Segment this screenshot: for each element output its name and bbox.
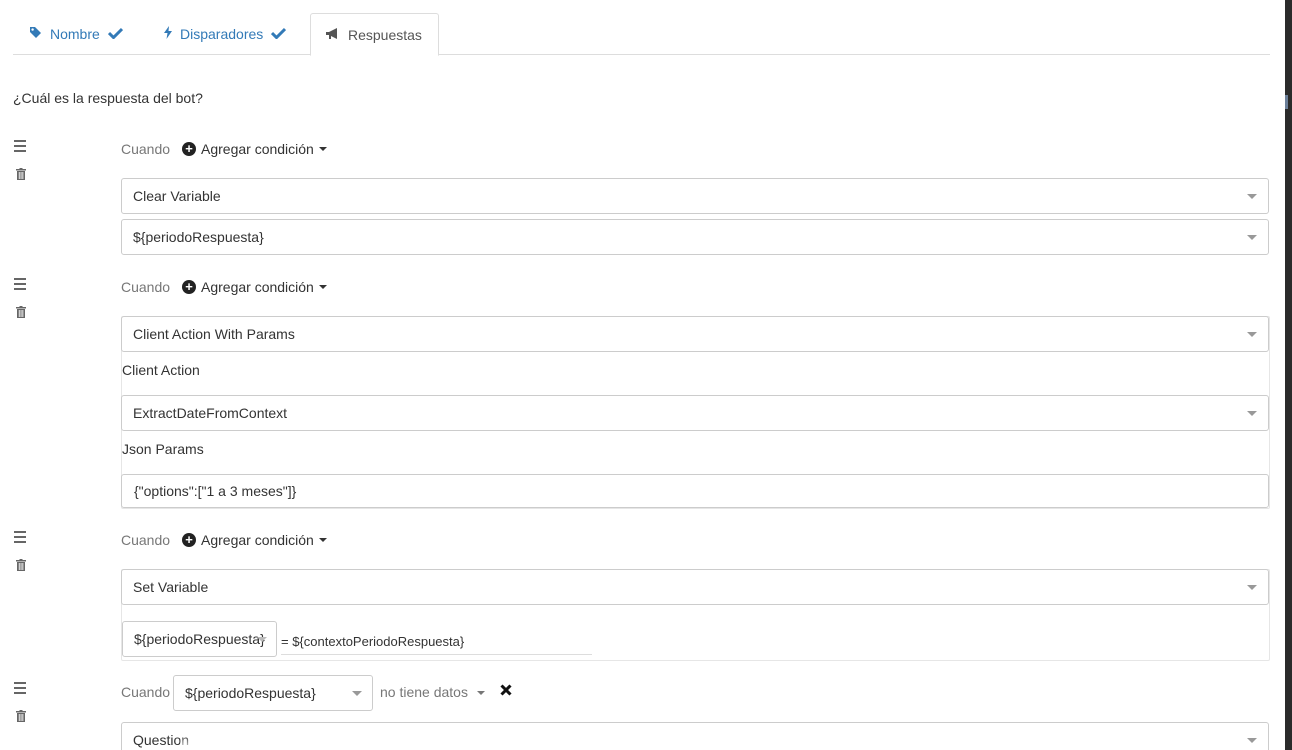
plus-circle-icon: + xyxy=(182,533,196,547)
check-icon xyxy=(271,26,287,42)
chevron-down-icon xyxy=(1247,738,1257,743)
chevron-down-icon xyxy=(352,691,362,696)
drag-handle-icon[interactable] xyxy=(14,531,27,546)
trash-icon[interactable] xyxy=(16,709,26,722)
condition-variable-select[interactable]: ${periodoRespuesta} xyxy=(173,675,373,711)
add-condition-dropdown[interactable]: + Agregar condición xyxy=(182,532,327,548)
tab-nombre[interactable]: Nombre xyxy=(29,13,123,55)
select-value: Clear Variable xyxy=(133,188,221,204)
drag-handle-icon[interactable] xyxy=(14,278,27,293)
caret-down-icon xyxy=(318,538,327,542)
wizard-tabs: Nombre Disparadores Respuestas xyxy=(13,13,1270,56)
caret-down-icon xyxy=(318,285,327,289)
trash-icon[interactable] xyxy=(16,305,26,318)
variable-select[interactable]: ${periodoRespuesta} xyxy=(121,219,1269,255)
edge-marker xyxy=(1285,95,1288,109)
chevron-down-icon xyxy=(1247,194,1257,199)
caret-down-icon xyxy=(476,691,485,696)
select-value: Set Variable xyxy=(133,579,209,595)
caret-down-icon xyxy=(318,147,327,151)
tab-label: Nombre xyxy=(50,26,100,42)
bolt-icon xyxy=(164,26,172,42)
page-question: ¿Cuál es la respuesta del bot? xyxy=(13,90,203,106)
chevron-down-icon xyxy=(257,637,267,642)
chevron-down-icon xyxy=(1247,411,1257,416)
check-icon xyxy=(107,26,123,42)
close-icon xyxy=(500,684,512,696)
select-value: ExtractDateFromContext xyxy=(133,405,288,421)
add-condition-label: Agregar condición xyxy=(201,141,314,157)
json-params-label: Json Params xyxy=(122,441,204,457)
json-params-input[interactable]: {"options":["1 a 3 meses"]} xyxy=(121,474,1269,508)
tab-disparadores[interactable]: Disparadores xyxy=(164,13,287,55)
remove-condition-button[interactable] xyxy=(500,683,512,701)
drag-handle-icon[interactable] xyxy=(14,682,27,697)
select-value: Question xyxy=(133,732,190,748)
set-variable-select[interactable]: ${periodoRespuesta} xyxy=(122,621,277,657)
response-type-select[interactable]: Set Variable xyxy=(121,569,1269,605)
when-label: Cuando xyxy=(121,141,171,157)
trash-icon[interactable] xyxy=(16,558,26,571)
window-edge xyxy=(1285,0,1292,750)
tab-respuestas[interactable]: Respuestas xyxy=(310,13,439,56)
chevron-down-icon xyxy=(1247,235,1257,240)
condition-operator-dropdown[interactable]: no tiene datos xyxy=(380,684,485,700)
select-value: Client Action With Params xyxy=(133,326,295,342)
when-label: Cuando xyxy=(121,532,171,548)
assignment-input[interactable]: = ${contextoPeriodoRespuesta} xyxy=(281,629,592,655)
response-type-select[interactable]: Clear Variable xyxy=(121,178,1269,214)
select-value: ${periodoRespuesta} xyxy=(134,631,265,647)
response-type-select[interactable]: Client Action With Params xyxy=(121,316,1269,352)
drag-handle-icon[interactable] xyxy=(14,140,27,155)
chevron-down-icon xyxy=(1247,332,1257,337)
operator-label: no tiene datos xyxy=(380,684,468,700)
tag-icon xyxy=(29,26,42,42)
chevron-down-icon xyxy=(1247,585,1257,590)
tab-label: Disparadores xyxy=(180,26,264,42)
trash-icon[interactable] xyxy=(16,167,26,180)
add-condition-label: Agregar condición xyxy=(201,532,314,548)
when-label: Cuando xyxy=(121,684,171,700)
add-condition-label: Agregar condición xyxy=(201,279,314,295)
bullhorn-icon xyxy=(325,27,340,43)
add-condition-dropdown[interactable]: + Agregar condición xyxy=(182,141,327,157)
response-type-select[interactable]: Question xyxy=(121,722,1269,750)
select-value: ${periodoRespuesta} xyxy=(133,229,264,245)
client-action-select[interactable]: ExtractDateFromContext xyxy=(121,395,1269,431)
client-action-label: Client Action xyxy=(122,362,200,378)
plus-circle-icon: + xyxy=(182,142,196,156)
assignment-value: = ${contextoPeriodoRespuesta} xyxy=(281,634,465,649)
when-label: Cuando xyxy=(121,279,171,295)
add-condition-dropdown[interactable]: + Agregar condición xyxy=(182,279,327,295)
plus-circle-icon: + xyxy=(182,280,196,294)
tab-label: Respuestas xyxy=(348,26,422,43)
select-value: ${periodoRespuesta} xyxy=(185,685,316,701)
